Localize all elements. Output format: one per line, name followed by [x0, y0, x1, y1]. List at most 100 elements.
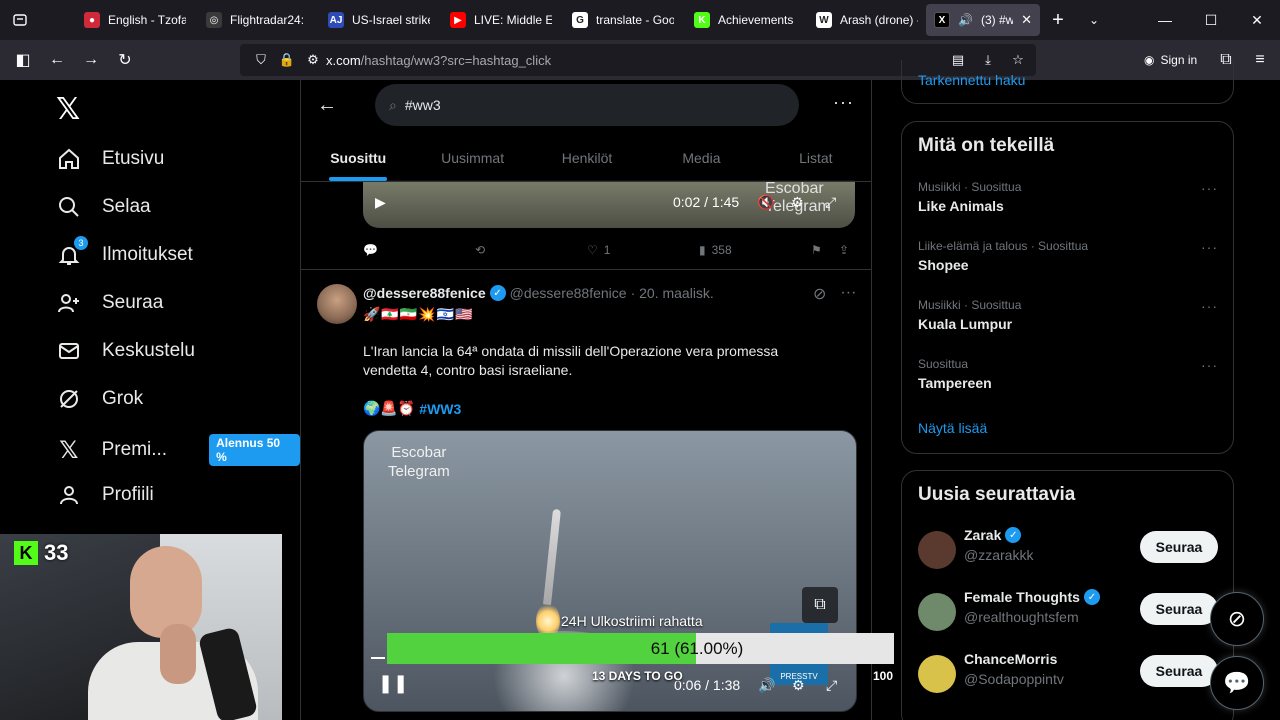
home-icon	[56, 146, 82, 172]
more-options-icon[interactable]: ···	[1201, 298, 1218, 314]
verified-badge-icon: ✓	[1005, 527, 1022, 543]
grok-floating-button[interactable]: ⊘	[1210, 592, 1264, 646]
reload-icon[interactable]: ↻	[108, 44, 142, 76]
more-options-icon[interactable]: ···	[1201, 357, 1218, 373]
avatar[interactable]	[918, 593, 956, 631]
nav-item-ilmoitukset[interactable]: 3 Ilmoitukset	[56, 236, 193, 268]
close-window-button[interactable]: ✕	[1234, 0, 1280, 40]
back-arrow-icon[interactable]: ←	[40, 44, 74, 76]
browser-tab[interactable]: Gtranslate - Goo	[564, 4, 682, 36]
nav-item-profiili[interactable]: Profiili	[56, 482, 154, 508]
tab-uusimmat[interactable]: Uusimmat	[415, 134, 529, 181]
trend-item[interactable]: Musiikki · Suosittua Kuala Lumpur ···	[918, 298, 1218, 332]
reply-button[interactable]: 💬	[363, 243, 384, 257]
repost-button[interactable]: ⟲	[475, 243, 491, 257]
bookmark-icon[interactable]: ⚑	[811, 243, 822, 257]
video-settings-icon[interactable]: ⚙	[791, 194, 804, 211]
trend-item[interactable]: Musiikki · Suosittua Like Animals ···	[918, 180, 1218, 214]
tab-media[interactable]: Media	[644, 134, 758, 181]
picture-in-picture-icon[interactable]: ⧉	[802, 587, 838, 623]
tab-overflow-chevron-icon[interactable]: ⌄	[1076, 13, 1112, 27]
search-input[interactable]: ⌕ #ww3	[375, 84, 799, 126]
nav-item-premi[interactable]: 𝕏 Premi... Alennus 50 %	[56, 434, 300, 466]
more-options-icon[interactable]: ···	[1201, 239, 1218, 255]
user-name[interactable]: Zarak	[964, 527, 1001, 543]
grok-icon	[56, 386, 82, 412]
avatar[interactable]	[317, 284, 357, 324]
author-name[interactable]: @dessere88fenice	[363, 285, 486, 301]
avatar[interactable]	[918, 531, 956, 569]
trend-item[interactable]: Liike-elämä ja talous · Suosittua Shopee ·…	[918, 239, 1218, 273]
post-date[interactable]: · 20. maalisk.	[631, 285, 714, 301]
forward-arrow-icon[interactable]: →	[74, 44, 108, 76]
user-handle[interactable]: @realthoughtsfem	[964, 609, 1079, 625]
grok-icon[interactable]: ⊘	[813, 284, 826, 304]
nav-item-keskustelu[interactable]: Keskustelu	[56, 338, 195, 364]
goal-days-left: 13 DAYS TO GO	[592, 669, 683, 683]
play-icon[interactable]: ▶	[375, 194, 386, 211]
nav-item-seuraa[interactable]: Seuraa	[56, 290, 163, 316]
share-icon[interactable]: ⇪	[839, 243, 849, 257]
new-tab-button[interactable]: +	[1040, 9, 1076, 32]
speaker-icon[interactable]: 🔊	[958, 13, 973, 27]
user-name[interactable]: Female Thoughts	[964, 589, 1080, 605]
browser-tab[interactable]: ● English - Tzofar	[76, 4, 194, 36]
trend-item[interactable]: Suosittua Tampereen ···	[918, 357, 1218, 391]
post-author[interactable]: @dessere88fenice ✓ @dessere88fenice · 20…	[363, 285, 714, 301]
user-name[interactable]: ChanceMorris	[964, 651, 1057, 667]
messages-floating-button[interactable]: 💬	[1210, 656, 1264, 710]
follow-suggestion[interactable]: Female Thoughts ✓ @realthoughtsfem Seuraa	[918, 589, 1218, 637]
fullscreen-icon[interactable]: ⤢	[826, 677, 837, 694]
lock-icon[interactable]: 🔒	[274, 52, 300, 68]
browser-tab[interactable]: ▶ LIVE: Middle Ea	[442, 4, 560, 36]
browser-tab[interactable]: AJ US-Israel strikes	[320, 4, 438, 36]
hashtag-link[interactable]: #WW3	[419, 401, 461, 417]
follow-button[interactable]: Seuraa	[1140, 593, 1218, 625]
views-button[interactable]: ▮ 358	[699, 243, 732, 257]
sidebar-toggle-icon[interactable]: ◧	[6, 44, 40, 76]
pause-icon[interactable]: ❚❚	[378, 673, 408, 694]
minimize-window-button[interactable]: —	[1142, 0, 1188, 40]
follow-suggestion[interactable]: ChanceMorris @Sodapoppintv Seuraa	[918, 651, 1218, 699]
tab-listat[interactable]: Listat	[759, 134, 871, 181]
author-handle[interactable]: @dessere88fenice	[510, 285, 627, 301]
tab-list-icon[interactable]	[0, 0, 40, 40]
like-button[interactable]: ♡ 1	[587, 243, 610, 257]
back-arrow-icon[interactable]: ←	[317, 94, 337, 117]
menu-icon[interactable]: ≡	[1244, 44, 1276, 76]
advanced-search-link[interactable]: Tarkennettu haku	[918, 72, 1025, 88]
volume-icon[interactable]: 🔊	[758, 677, 775, 694]
premium-discount-badge[interactable]: Alennus 50 %	[209, 434, 300, 466]
shield-icon[interactable]: ⛉	[248, 52, 274, 68]
more-options-icon[interactable]: ···	[840, 284, 856, 304]
video-settings-icon[interactable]: ⚙	[792, 677, 805, 694]
fullscreen-icon[interactable]: ⤢	[825, 194, 836, 211]
page-settings-icon[interactable]: ⚙	[300, 52, 326, 68]
nav-item-selaa[interactable]: Selaa	[56, 194, 151, 220]
maximize-window-button[interactable]: ☐	[1188, 0, 1234, 40]
follow-button[interactable]: Seuraa	[1140, 655, 1218, 687]
follow-button[interactable]: Seuraa	[1140, 531, 1218, 563]
browser-tab[interactable]: W Arash (drone) -	[808, 4, 926, 36]
mute-icon[interactable]: 🔇	[757, 194, 774, 211]
nav-item-etusivu[interactable]: Etusivu	[56, 146, 164, 172]
trends-title: Mitä on tekeillä	[918, 135, 1055, 156]
tab-suosittu[interactable]: Suosittu	[301, 134, 415, 181]
browser-tab-active[interactable]: X 🔊 (3) #ww3 ✕	[926, 4, 1040, 36]
repost-icon: ⟲	[475, 243, 486, 257]
follow-suggestion[interactable]: Zarak ✓ @zzarakkk Seuraa	[918, 527, 1218, 575]
close-tab-icon[interactable]: ✕	[1021, 12, 1032, 28]
show-more-link[interactable]: Näytä lisää	[918, 420, 987, 436]
nav-item-grok[interactable]: Grok	[56, 386, 143, 412]
browser-tab[interactable]: ◎ Flightradar24: L	[198, 4, 316, 36]
video-player[interactable]: Escobar Telegram ▶ 0:02 / 1:45 🔇 ⚙ ⤢	[363, 180, 855, 228]
more-options-icon[interactable]: ···	[1201, 180, 1218, 196]
avatar[interactable]	[918, 655, 956, 693]
browser-tab[interactable]: K Achievements	[686, 4, 804, 36]
user-handle[interactable]: @Sodapoppintv	[964, 671, 1064, 687]
hashtag-line: 🌍🚨⏰ #WW3	[363, 400, 461, 417]
more-options-icon[interactable]: ···	[833, 92, 854, 113]
user-handle[interactable]: @zzarakkk	[964, 547, 1033, 563]
x-logo-icon[interactable]: 𝕏	[56, 92, 80, 127]
tab-henkilöt[interactable]: Henkilöt	[530, 134, 644, 181]
